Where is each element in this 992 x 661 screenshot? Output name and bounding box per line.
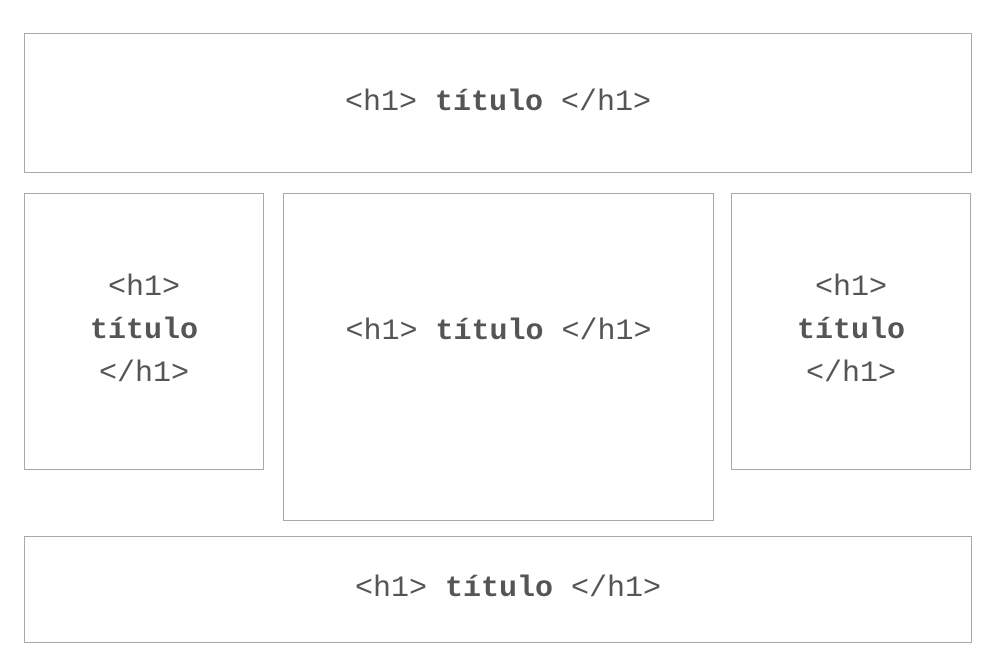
left-column-block: <h1> título </h1> [24, 193, 264, 470]
main-open-tag: <h1> [345, 315, 418, 349]
footer-block: <h1> título </h1> [24, 536, 972, 643]
header-title-word: título [434, 85, 544, 120]
header-open-tag: <h1> [344, 85, 417, 120]
right-close-tag: </h1> [805, 357, 896, 391]
footer-title-word: título [444, 572, 554, 606]
header-heading: <h1> título </h1> [345, 82, 651, 125]
footer-heading: <h1> título </h1> [335, 568, 661, 611]
right-open-tag: <h1> [814, 271, 887, 305]
right-title-word: título [796, 314, 906, 348]
header-close-tag: </h1> [561, 85, 652, 120]
main-column-block: <h1> título </h1> [283, 193, 714, 521]
header-block: <h1> título </h1> [24, 33, 972, 173]
main-title-word: título [435, 315, 544, 349]
left-open-tag: <h1> [107, 271, 180, 305]
footer-close-tag: </h1> [571, 572, 662, 606]
left-close-tag: </h1> [98, 357, 189, 391]
main-close-tag: </h1> [561, 315, 652, 349]
main-heading: <h1> título </h1> [345, 311, 651, 354]
right-column-block: <h1> título </h1> [731, 193, 971, 470]
footer-open-tag: <h1> [354, 572, 427, 606]
left-title-word: título [89, 314, 199, 348]
